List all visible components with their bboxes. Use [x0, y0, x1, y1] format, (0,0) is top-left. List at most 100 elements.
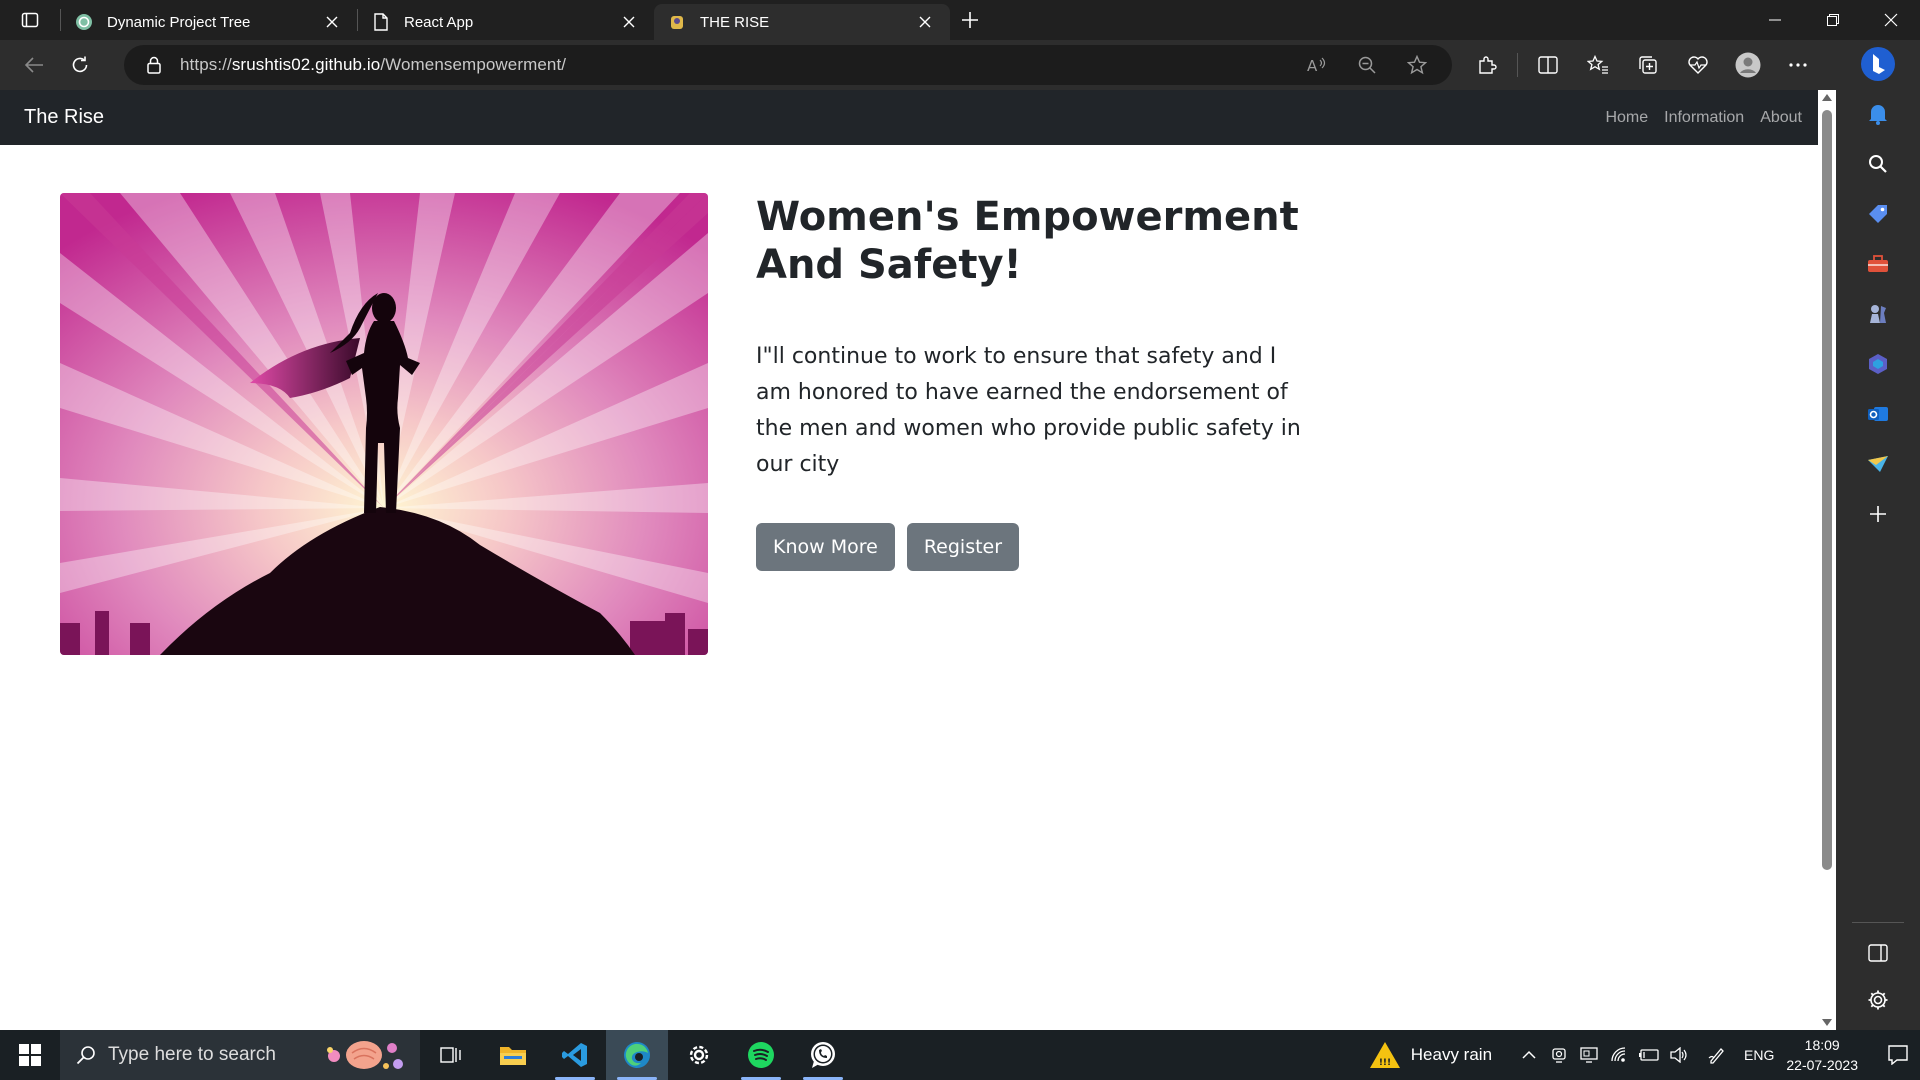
scrollbar-thumb[interactable]	[1822, 110, 1832, 870]
puzzle-icon	[1479, 56, 1497, 74]
split-screen-icon	[1538, 56, 1558, 74]
outlook-icon	[1868, 407, 1888, 421]
chevron-up-icon	[1522, 1050, 1536, 1059]
collections-button[interactable]	[1623, 45, 1673, 85]
edge-button[interactable]	[606, 1030, 668, 1080]
zoom-button[interactable]	[1342, 45, 1392, 85]
search-sidebar-button[interactable]	[1862, 148, 1894, 180]
battery-button[interactable]	[1634, 1030, 1664, 1080]
window-controls	[1746, 0, 1920, 40]
scroll-up-arrow-icon[interactable]	[1822, 94, 1832, 101]
shopping-button[interactable]	[1862, 198, 1894, 230]
refresh-icon	[72, 56, 88, 73]
new-tab-button[interactable]	[950, 0, 990, 40]
tab-the-rise[interactable]: THE RISE	[654, 4, 950, 40]
minimize-icon	[1769, 19, 1781, 21]
weather-widget[interactable]: !!! Heavy rain	[1369, 1040, 1492, 1070]
close-window-button[interactable]	[1862, 0, 1920, 40]
weather-text: Heavy rain	[1410, 1045, 1493, 1064]
hide-sidebar-button[interactable]	[1862, 937, 1894, 969]
sidebar-toggle-icon	[1868, 944, 1888, 962]
tab-dynamic-project-tree[interactable]: Dynamic Project Tree	[61, 4, 357, 40]
tools-button[interactable]	[1862, 248, 1894, 280]
favorites-button[interactable]	[1573, 45, 1623, 85]
microsoft-365-button[interactable]	[1862, 348, 1894, 380]
lock-icon[interactable]	[134, 56, 174, 74]
settings-more-button[interactable]	[1773, 45, 1823, 85]
avatar-icon	[1735, 52, 1761, 78]
show-hidden-icons-button[interactable]	[1514, 1030, 1544, 1080]
scroll-down-arrow-icon[interactable]	[1822, 1019, 1832, 1026]
site-brand[interactable]: The Rise	[24, 106, 104, 129]
back-button[interactable]	[14, 45, 54, 85]
restore-icon	[1827, 14, 1839, 26]
camera-tray-button[interactable]	[1544, 1030, 1574, 1080]
favorites-icon	[1587, 55, 1608, 74]
drop-button[interactable]	[1862, 448, 1894, 480]
windows-taskbar: Type here to search !!! Heavy rain ENG 1…	[0, 1030, 1920, 1080]
hero-image	[60, 193, 708, 655]
customize-sidebar-button[interactable]	[1862, 984, 1894, 1016]
vscode-button[interactable]	[544, 1030, 606, 1080]
know-more-button[interactable]: Know More	[756, 523, 895, 571]
tab-actions-button[interactable]	[0, 0, 60, 40]
clock-time: 18:09	[1804, 1037, 1840, 1053]
display-tray-button[interactable]	[1574, 1030, 1604, 1080]
tab-react-app[interactable]: React App	[358, 4, 654, 40]
nav-information-link[interactable]: Information	[1664, 109, 1744, 127]
restore-button[interactable]	[1804, 0, 1862, 40]
games-button[interactable]	[1862, 298, 1894, 330]
battery-icon	[1639, 1049, 1659, 1061]
page-scrollbar[interactable]	[1818, 90, 1836, 1030]
chatgpt-icon	[75, 13, 93, 31]
toolbar-separator	[1517, 53, 1518, 77]
bing-icon	[1861, 47, 1895, 81]
close-icon[interactable]	[914, 11, 936, 33]
volume-button[interactable]	[1664, 1030, 1694, 1080]
browser-toolbar: https://srushtis02.github.io/Womensempow…	[0, 40, 1920, 90]
outlook-button[interactable]	[1862, 398, 1894, 430]
toolbar-actions	[1462, 45, 1823, 85]
address-bar[interactable]: https://srushtis02.github.io/Womensempow…	[124, 45, 1452, 85]
register-button[interactable]: Register	[906, 523, 1020, 571]
notification-icon	[1888, 1045, 1908, 1065]
nav-home-link[interactable]: Home	[1605, 109, 1648, 127]
hero-description: I"ll continue to work to ensure that saf…	[756, 344, 1301, 477]
hero-text: Women's Empowerment And Safety! I"ll con…	[756, 193, 1316, 571]
start-button[interactable]	[0, 1030, 60, 1080]
sidebar-separator	[1852, 922, 1904, 923]
profile-button[interactable]	[1723, 45, 1773, 85]
settings-button[interactable]	[668, 1030, 730, 1080]
extensions-button[interactable]	[1462, 45, 1512, 85]
close-icon[interactable]	[321, 11, 343, 33]
spotify-button[interactable]	[730, 1030, 792, 1080]
notifications-button[interactable]	[1862, 98, 1894, 130]
wifi-button[interactable]	[1604, 1030, 1634, 1080]
task-view-button[interactable]	[420, 1030, 482, 1080]
tag-icon	[1869, 205, 1887, 223]
notification-center-button[interactable]	[1876, 1030, 1920, 1080]
whatsapp-button[interactable]	[792, 1030, 854, 1080]
refresh-button[interactable]	[60, 45, 100, 85]
pen-tray-button[interactable]	[1702, 1030, 1732, 1080]
favorite-button[interactable]	[1392, 45, 1442, 85]
clock[interactable]: 18:09 22-07-2023	[1786, 1035, 1858, 1075]
toolbox-icon	[1868, 255, 1888, 272]
svg-text:!!!: !!!	[1379, 1058, 1391, 1068]
url-text[interactable]: https://srushtis02.github.io/Womensempow…	[180, 55, 566, 75]
task-view-icon	[440, 1047, 461, 1063]
collections-icon	[1639, 56, 1657, 74]
taskbar-search[interactable]: Type here to search	[60, 1030, 420, 1080]
browser-essentials-button[interactable]	[1673, 45, 1723, 85]
close-icon[interactable]	[618, 11, 640, 33]
bing-chat-button[interactable]	[1860, 46, 1896, 82]
language-indicator[interactable]: ENG	[1744, 1047, 1774, 1063]
split-screen-button[interactable]	[1523, 45, 1573, 85]
file-explorer-button[interactable]	[482, 1030, 544, 1080]
minimize-button[interactable]	[1746, 0, 1804, 40]
nav-about-link[interactable]: About	[1760, 109, 1802, 127]
read-aloud-button[interactable]: A	[1292, 45, 1342, 85]
whatsapp-icon	[811, 1042, 835, 1068]
add-sidebar-app-button[interactable]	[1862, 498, 1894, 530]
star-icon	[1407, 55, 1427, 75]
